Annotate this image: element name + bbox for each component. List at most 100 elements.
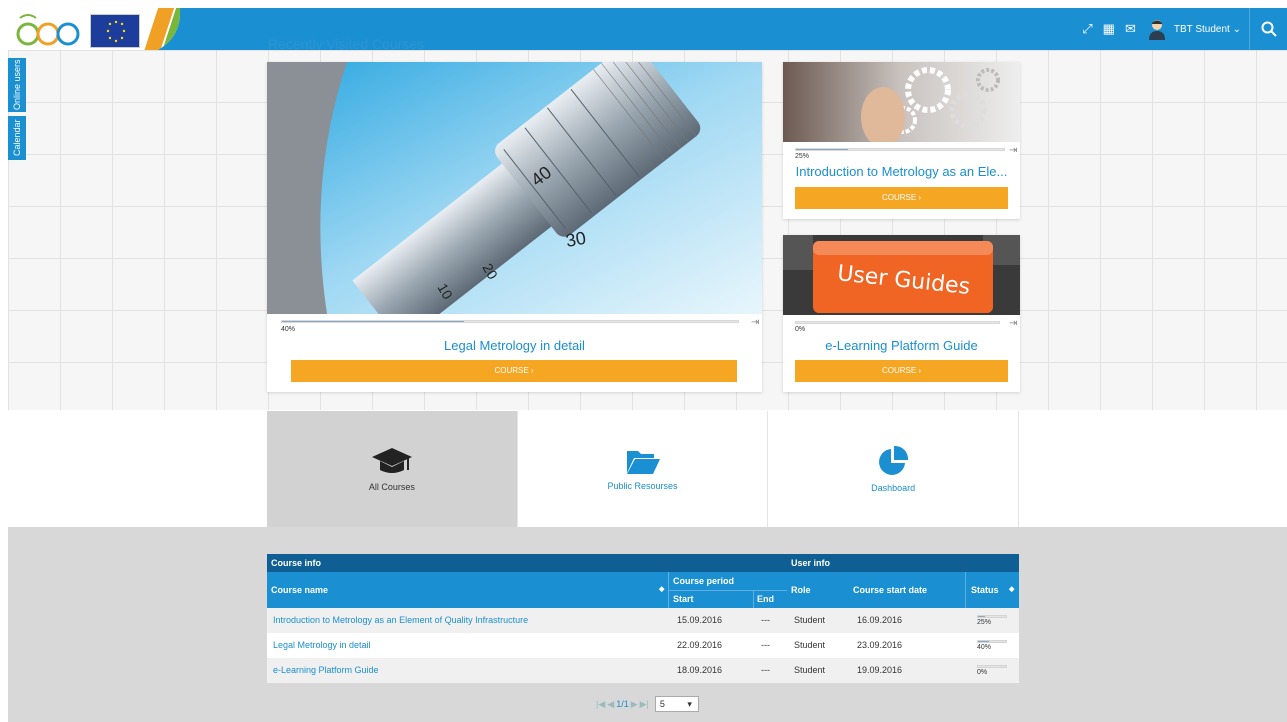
course-name-link[interactable]: Introduction to Metrology as an Element … xyxy=(273,608,528,633)
side-tab-label: Online users xyxy=(12,59,22,111)
user-name-label: TBT Student xyxy=(1173,23,1230,35)
course-title[interactable]: Introduction to Metrology as an Ele... xyxy=(793,164,1010,179)
status-percent: 25% xyxy=(977,619,992,626)
side-tab-label: Calendar xyxy=(12,119,22,157)
page-size-value: 5 xyxy=(659,699,665,709)
side-tabs: Online users Calendar xyxy=(8,58,26,164)
header-status[interactable]: Status xyxy=(971,581,999,599)
header-end[interactable]: End xyxy=(757,590,774,608)
header-course-start-date[interactable]: Course start date xyxy=(853,581,927,599)
course-card-legal-metrology: 40 30 20 10 40% ⇥ Legal Metrology in det… xyxy=(267,62,762,392)
course-name-link[interactable]: e-Learning Platform Guide xyxy=(273,658,379,683)
course-image-gears[interactable] xyxy=(783,62,1020,142)
course-progress-bar xyxy=(795,148,1005,151)
progress-fill xyxy=(282,321,465,322)
status-progress-bar xyxy=(977,640,1007,643)
user-menu[interactable]: TBT Student ⌄ xyxy=(1174,24,1241,35)
side-tab-calendar[interactable]: Calendar xyxy=(8,116,26,160)
sort-icon[interactable]: ◆ xyxy=(1009,581,1014,599)
chevron-down-icon: ⌄ xyxy=(1232,23,1241,35)
progress-percent: 0% xyxy=(795,326,806,333)
tile-all-courses[interactable]: All Courses xyxy=(267,411,518,535)
prev-page-icon[interactable]: ◀ xyxy=(607,699,614,710)
course-image-micrometer[interactable]: 40 30 20 10 xyxy=(267,62,762,314)
role: Student xyxy=(794,640,826,650)
status-divider xyxy=(965,572,966,608)
course-end: --- xyxy=(761,615,770,625)
nav-tiles: All Courses Public Resourses Dashboard xyxy=(267,411,1020,535)
course-image-user-guides[interactable]: User Guides xyxy=(783,235,1020,315)
course-period-group: Course period Start End xyxy=(668,572,787,608)
next-page-icon[interactable]: ▶ xyxy=(631,699,638,710)
exit-course-icon[interactable]: ⇥ xyxy=(1009,318,1017,329)
progress-percent: 40% xyxy=(281,326,296,333)
first-page-icon[interactable]: |◀ xyxy=(596,699,605,710)
calendar-icon[interactable]: ▦ xyxy=(1103,21,1115,37)
search-button[interactable] xyxy=(1249,8,1287,50)
role: Student xyxy=(794,665,826,675)
table-row: e-Learning Platform Guide 18.09.2016 ---… xyxy=(267,658,1019,683)
graduation-cap-icon xyxy=(371,448,412,473)
role: Student xyxy=(794,615,826,625)
progress-percent: 25% xyxy=(795,153,810,160)
table-row: Legal Metrology in detail 22.09.2016 ---… xyxy=(267,633,1019,658)
header-role[interactable]: Role xyxy=(791,581,811,599)
folder-open-icon xyxy=(626,451,660,474)
tile-public-resources[interactable]: Public Resourses xyxy=(517,411,769,527)
course-start: 15.09.2016 xyxy=(677,615,723,625)
course-start: 18.09.2016 xyxy=(677,665,723,675)
fullscreen-icon[interactable]: ⤢ xyxy=(1082,21,1092,37)
pagination: |◀ ◀ 1/1 ▶ ▶| 5 ▾ xyxy=(596,696,699,712)
tile-label: Dashboard xyxy=(871,483,916,493)
course-start-date: 23.09.2016 xyxy=(857,640,903,650)
course-button[interactable]: COURSE › xyxy=(795,360,1008,382)
header-course-info: Course info xyxy=(271,558,322,568)
course-name-link[interactable]: Legal Metrology in detail xyxy=(273,633,371,658)
pie-chart-icon xyxy=(879,445,909,475)
header-user-info: User info xyxy=(791,558,831,568)
svg-text:30: 30 xyxy=(564,228,587,251)
course-button[interactable]: COURSE › xyxy=(795,187,1008,209)
course-end: --- xyxy=(761,640,770,650)
course-start-date: 16.09.2016 xyxy=(857,615,903,625)
progress-fill xyxy=(796,149,848,150)
table-body: Introduction to Metrology as an Element … xyxy=(267,608,1019,683)
course-card-intro-metrology: 25% ⇥ Introduction to Metrology as an El… xyxy=(783,62,1020,219)
status-progress-bar xyxy=(977,615,1007,618)
progress-fill xyxy=(978,616,985,617)
page-info: 1/1 xyxy=(616,699,629,709)
course-card-elearning-guide: User Guides 0% ⇥ e-Learning Platform Gui… xyxy=(783,235,1020,392)
header-start[interactable]: Start xyxy=(673,590,694,608)
tile-label: All Courses xyxy=(368,482,415,492)
course-button[interactable]: COURSE › xyxy=(291,360,737,382)
mail-icon[interactable]: ✉ xyxy=(1125,21,1136,37)
course-progress-bar xyxy=(281,320,739,323)
side-tab-online-users[interactable]: Online users xyxy=(8,58,26,112)
course-progress-bar xyxy=(795,321,1000,324)
table-row: Introduction to Metrology as an Element … xyxy=(267,608,1019,633)
header-course-period: Course period xyxy=(673,576,735,586)
last-page-icon[interactable]: ▶| xyxy=(640,699,649,710)
status-percent: 0% xyxy=(977,669,988,676)
tile-label: Public Resourses xyxy=(607,481,678,491)
table-header: Course name ◆ Course period Start End Ro… xyxy=(267,572,1019,608)
exit-course-icon[interactable]: ⇥ xyxy=(1009,145,1017,156)
sort-icon[interactable]: ◆ xyxy=(659,581,664,599)
eu-flag-icon xyxy=(90,14,140,48)
logo[interactable] xyxy=(8,8,180,54)
status-progress-bar xyxy=(977,665,1007,668)
header-course-name[interactable]: Course name xyxy=(271,581,328,599)
progress-fill xyxy=(978,641,990,642)
course-title[interactable]: Legal Metrology in detail xyxy=(267,338,762,353)
course-end: --- xyxy=(761,665,770,675)
page-size-select[interactable]: 5 ▾ xyxy=(654,696,699,712)
start-end-divider xyxy=(753,590,754,608)
course-title[interactable]: e-Learning Platform Guide xyxy=(783,338,1020,353)
exit-course-icon[interactable]: ⇥ xyxy=(751,317,759,328)
tile-dashboard[interactable]: Dashboard xyxy=(768,411,1020,527)
avatar[interactable] xyxy=(1148,18,1166,40)
search-icon xyxy=(1261,21,1277,37)
top-right-controls: ⤢ ▦ ✉ TBT Student ⌄ xyxy=(1082,8,1287,50)
status-percent: 40% xyxy=(977,644,992,651)
course-start: 22.09.2016 xyxy=(677,640,723,650)
